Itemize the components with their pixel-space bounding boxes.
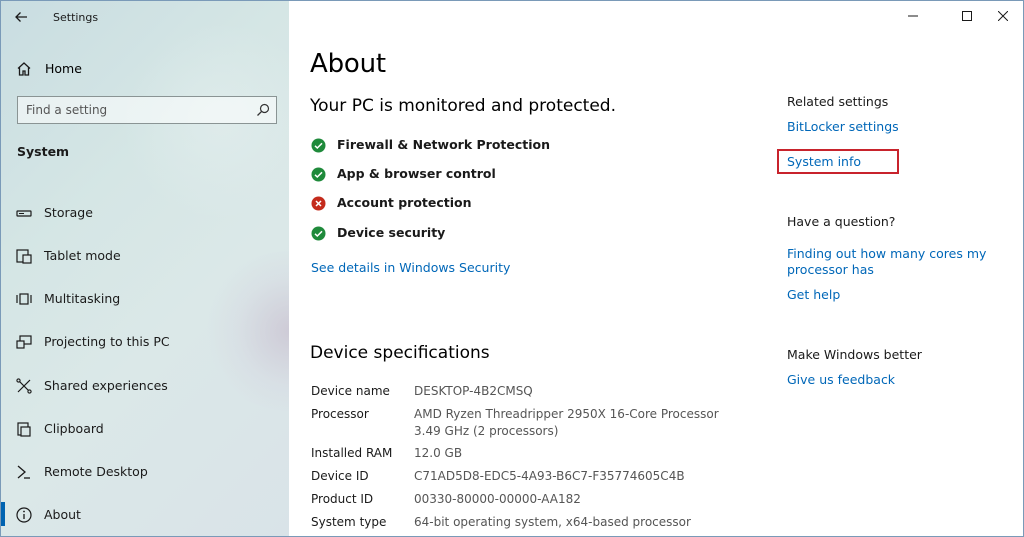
sidebar-item-label: Remote Desktop	[44, 464, 148, 479]
shared-experiences-icon	[16, 378, 32, 394]
spec-label-device-name: Device name	[311, 384, 390, 398]
minimize-icon	[908, 15, 918, 17]
spec-label-device-id: Device ID	[311, 469, 369, 483]
error-circle-icon	[311, 196, 326, 211]
multitasking-icon	[16, 293, 32, 305]
sidebar-item-label: Projecting to this PC	[44, 334, 170, 349]
get-help-link[interactable]: Get help	[787, 287, 840, 302]
maximize-icon	[962, 11, 972, 21]
sidebar-item-projecting[interactable]: Projecting to this PC	[1, 327, 289, 357]
search-input[interactable]	[26, 101, 246, 119]
spec-value-device-id: C71AD5D8-EDC5-4A93-B6C7-F35774605C4B	[414, 469, 685, 483]
spec-label-ram: Installed RAM	[311, 446, 393, 460]
spec-label-system-type: System type	[311, 515, 387, 529]
search-box[interactable]	[17, 96, 277, 124]
sidebar-item-clipboard[interactable]: Clipboard	[1, 414, 289, 444]
sidebar-item-label: Home	[45, 61, 82, 76]
check-circle-icon	[311, 226, 326, 241]
spec-value-device-name: DESKTOP-4B2CMSQ	[414, 384, 533, 398]
status-label: Device security	[337, 225, 446, 240]
check-circle-icon	[311, 167, 326, 182]
make-windows-better-heading: Make Windows better	[787, 347, 922, 362]
spec-value-product-id: 00330-80000-00000-AA182	[414, 492, 581, 506]
sidebar: Settings Home System Storage	[1, 1, 289, 536]
protection-heading: Your PC is monitored and protected.	[310, 96, 616, 116]
see-details-link[interactable]: See details in Windows Security	[311, 260, 510, 275]
spec-label-processor: Processor	[311, 407, 369, 421]
sidebar-item-label: Storage	[44, 205, 93, 220]
spec-value-system-type: 64-bit operating system, x64-based proce…	[414, 515, 691, 529]
search-icon[interactable]	[256, 103, 270, 117]
cores-help-link-line1[interactable]: Finding out how many cores my	[787, 246, 986, 261]
question-heading: Have a question?	[787, 214, 896, 229]
minimize-button[interactable]	[890, 1, 936, 31]
remote-desktop-icon	[17, 465, 30, 479]
main-content: About Your PC is monitored and protected…	[289, 1, 1023, 536]
system-info-link[interactable]: System info	[787, 154, 861, 169]
sidebar-item-home[interactable]: Home	[1, 55, 289, 83]
sidebar-item-remote-desktop[interactable]: Remote Desktop	[1, 457, 289, 487]
status-label: Firewall & Network Protection	[337, 137, 551, 152]
bitlocker-settings-link[interactable]: BitLocker settings	[787, 119, 899, 134]
tablet-mode-icon	[16, 249, 32, 264]
status-label: Account protection	[337, 195, 472, 210]
sidebar-item-label: Shared experiences	[44, 378, 168, 393]
info-icon	[16, 507, 32, 523]
page-title: About	[310, 49, 386, 79]
home-icon	[17, 62, 31, 76]
sidebar-item-storage[interactable]: Storage	[1, 198, 289, 228]
sidebar-item-label: Multitasking	[44, 291, 121, 306]
sidebar-item-shared-experiences[interactable]: Shared experiences	[1, 371, 289, 401]
back-arrow-icon	[15, 12, 27, 22]
sidebar-item-multitasking[interactable]: Multitasking	[1, 284, 289, 314]
sidebar-item-tablet-mode[interactable]: Tablet mode	[1, 241, 289, 271]
sidebar-item-about[interactable]: About	[1, 500, 289, 530]
close-icon	[998, 11, 1008, 21]
sidebar-item-label: Clipboard	[44, 421, 104, 436]
storage-icon	[16, 210, 32, 217]
projecting-icon	[16, 335, 32, 349]
clipboard-icon	[17, 422, 31, 437]
specs-heading: Device specifications	[310, 343, 490, 363]
app-title: Settings	[53, 11, 99, 24]
titlebar-left: Settings	[1, 1, 289, 35]
back-button[interactable]	[5, 3, 37, 31]
status-label: App & browser control	[337, 166, 496, 181]
section-label-system: System	[17, 144, 70, 159]
close-button[interactable]	[980, 1, 1023, 31]
spec-label-product-id: Product ID	[311, 492, 374, 506]
related-settings-heading: Related settings	[787, 94, 889, 109]
spec-value-processor-line2: 3.49 GHz (2 processors)	[414, 424, 559, 438]
cores-help-link-line2[interactable]: processor has	[787, 262, 874, 277]
feedback-link[interactable]: Give us feedback	[787, 372, 895, 387]
spec-value-ram: 12.0 GB	[414, 446, 463, 460]
sidebar-item-label: Tablet mode	[44, 248, 121, 263]
sidebar-item-label: About	[44, 507, 81, 522]
selection-indicator	[1, 502, 5, 526]
settings-window: Settings Home System Storage	[0, 0, 1024, 537]
check-circle-icon	[311, 138, 326, 153]
spec-value-processor-line1: AMD Ryzen Threadripper 2950X 16-Core Pro…	[414, 407, 719, 421]
